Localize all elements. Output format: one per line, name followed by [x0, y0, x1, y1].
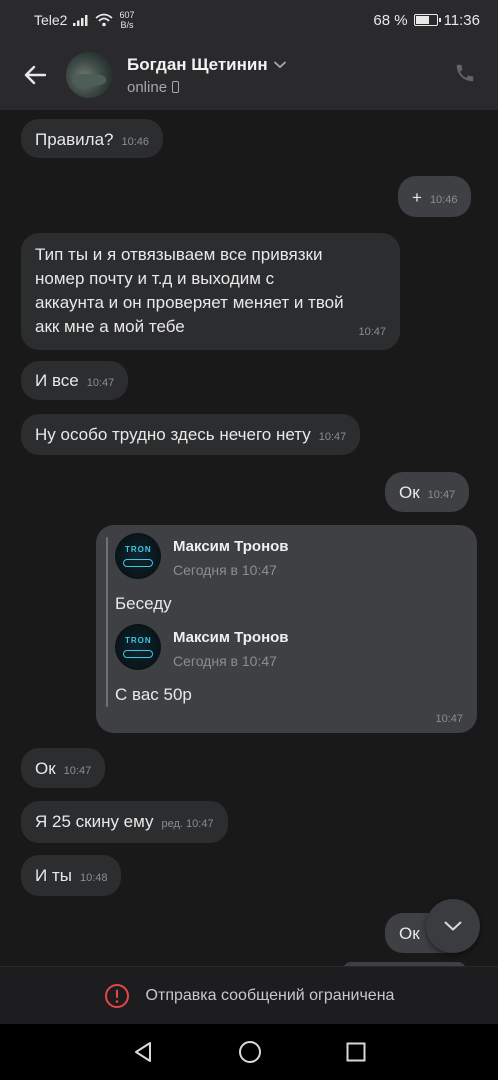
restriction-banner: Отправка сообщений ограничена	[0, 966, 498, 1024]
forwarded-messages[interactable]: TRON Максим Тронов Сегодня в 10:47 Бесед…	[96, 525, 477, 733]
clock: 11:36	[443, 11, 480, 29]
forward-author-name[interactable]: Максим Тронов	[173, 538, 289, 555]
system-navigation-bar	[0, 1024, 498, 1080]
message-text: Ок	[35, 759, 56, 778]
message-text: Ок	[399, 924, 420, 943]
message-incoming[interactable]: И все 10:47	[21, 361, 129, 400]
message-time: 10:47	[86, 377, 115, 389]
message-incoming[interactable]: Тип ты и я отвязываем все привязки номер…	[21, 233, 400, 350]
message-time: 10:47	[63, 765, 92, 777]
message-time: ред. 10:47	[161, 818, 214, 830]
signal-icon	[73, 15, 88, 26]
message-time: 10:48	[79, 872, 108, 884]
forward-text: Беседу	[115, 594, 172, 613]
call-button[interactable]	[454, 62, 480, 88]
forward-text: С вас 50р	[115, 685, 192, 704]
contact-status: online	[127, 78, 168, 96]
forward-author-avatar[interactable]: TRON	[115, 624, 161, 670]
tron-bike-icon	[123, 559, 153, 567]
message-outgoing[interactable]: Ок 10:47	[385, 472, 470, 512]
message-time: 10:47	[358, 326, 386, 338]
quote-bar	[106, 537, 108, 707]
message-time: 10:46	[121, 136, 150, 148]
message-time: 10:47	[427, 489, 456, 501]
phone-icon	[456, 64, 474, 82]
forward-date: Сегодня в 10:47	[173, 562, 277, 578]
forward-date: Сегодня в 10:47	[173, 653, 277, 669]
mobile-device-icon	[172, 81, 180, 93]
message-incoming[interactable]: Я 25 скину ему ред. 10:47	[21, 801, 228, 843]
message-incoming[interactable]: Правила? 10:46	[21, 119, 164, 158]
tron-logo: TRON	[125, 545, 152, 554]
chevron-down-icon	[273, 61, 286, 68]
message-text: Я 25 скину ему	[35, 812, 154, 831]
network-speed-value: 607	[119, 10, 135, 20]
status-bar: Tele2 607 B/s 68 % 11:36	[0, 0, 498, 40]
message-outgoing[interactable]: +10:46	[398, 176, 472, 217]
message-text: Ну особо трудно здесь нечего нету	[35, 425, 311, 444]
alert-circle-icon	[104, 983, 129, 1008]
nav-back-icon[interactable]	[132, 1041, 154, 1063]
battery-icon	[413, 14, 441, 26]
contact-info[interactable]: Богдан Щетинин online	[127, 55, 286, 96]
chat-header: Богдан Щетинин online	[0, 40, 498, 110]
tron-logo: TRON	[125, 636, 152, 645]
forward-author-avatar[interactable]: TRON	[115, 533, 161, 579]
network-speed: 607 B/s	[119, 10, 134, 30]
message-incoming[interactable]: Ну особо трудно здесь нечего нету 10:47	[21, 414, 361, 455]
message-text: Ок	[399, 483, 420, 502]
message-text-line: аккаунта и он проверяет меняет и твой	[35, 293, 344, 312]
message-text-line: номер почту и т.д и выходим с	[35, 269, 275, 288]
nav-home-icon[interactable]	[238, 1040, 262, 1064]
message-time: 10:46	[429, 194, 458, 206]
carrier-label: Tele2	[34, 12, 68, 28]
tron-bike-icon	[123, 650, 153, 658]
network-speed-unit: B/s	[120, 20, 134, 30]
wifi-icon	[95, 13, 114, 27]
message-incoming[interactable]: И ты 10:48	[21, 855, 122, 896]
message-text: Правила?	[35, 130, 114, 149]
battery-percent: 68 %	[373, 11, 408, 29]
nav-recents-icon[interactable]	[346, 1042, 366, 1062]
back-button[interactable]	[20, 60, 50, 90]
message-incoming[interactable]: Ок 10:47	[21, 748, 106, 788]
forward-author-name[interactable]: Максим Тронов	[173, 629, 289, 646]
message-list[interactable]: Правила? 10:46 +10:46 Тип ты и я отвязыва…	[0, 110, 498, 966]
message-text: +	[412, 188, 422, 207]
scroll-to-bottom-button[interactable]	[426, 899, 480, 953]
message-time: 10:47	[318, 431, 347, 443]
chevron-down-icon	[444, 921, 462, 931]
contact-name: Богдан Щетинин	[127, 54, 268, 74]
message-text: И ты	[35, 866, 72, 885]
message-text: И все	[35, 371, 79, 390]
message-text-line: акк мне а мой тебе	[35, 317, 185, 336]
back-arrow-icon	[24, 65, 46, 85]
contact-avatar[interactable]	[66, 52, 112, 98]
restriction-text: Отправка сообщений ограничена	[145, 986, 395, 1004]
message-text-line: Тип ты и я отвязываем все привязки	[35, 245, 323, 264]
message-time: 10:47	[435, 713, 463, 725]
